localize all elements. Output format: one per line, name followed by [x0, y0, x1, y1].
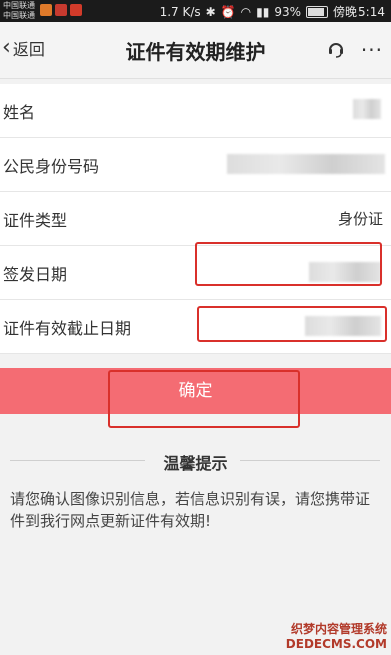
id-number-row: 公民身份号码 [0, 138, 391, 192]
watermark-line-2: DEDECMS.COM [285, 637, 387, 651]
doc-type-row: 证件类型 身份证 [0, 192, 391, 246]
carrier-1: 中国联通 [3, 1, 35, 10]
customer-service-icon[interactable] [327, 40, 345, 58]
confirm-highlight-box [108, 370, 300, 428]
nav-bar: ‹ 返回 证件有效期维护 ··· [0, 22, 391, 79]
network-speed: 1.7 K/s [159, 4, 201, 19]
name-label: 姓名 [3, 102, 36, 122]
tips-text: 请您确认图像识别信息，若信息识别有误，请您携带证件到我行网点更新证件有效期! [10, 490, 371, 530]
battery-icon [306, 5, 329, 18]
notification-app-icon [40, 4, 52, 16]
expiry-date-label: 证件有效截止日期 [3, 318, 132, 338]
clock-prefix: 傍晚 [333, 5, 358, 19]
notification-app-icon [55, 4, 67, 16]
issue-date-label: 签发日期 [3, 264, 68, 284]
alarm-icon: ⏰ [220, 4, 236, 19]
name-row: 姓名 [0, 84, 391, 138]
status-right: 1.7 K/s ✱ ⏰ ◠ ▮▮ 93% 傍晚 5:14 [160, 3, 385, 20]
signal-icon: ▮▮ [256, 4, 270, 19]
issue-date-highlight-box [195, 242, 382, 286]
wifi-icon: ◠ [240, 4, 252, 19]
watermark: 织梦内容管理系统 DEDECMS.COM [286, 620, 387, 651]
expiry-date-highlight-box [197, 306, 387, 342]
more-menu-icon[interactable]: ··· [361, 38, 383, 62]
carrier-2: 中国联通 [3, 11, 35, 20]
name-value-redacted [353, 99, 381, 119]
status-bar: 中国联通 中国联通 1.7 K/s ✱ ⏰ ◠ ▮▮ 93% 傍晚 5:14 [0, 0, 391, 22]
id-number-value-redacted [227, 154, 385, 174]
watermark-line-1: 织梦内容管理系统 [290, 622, 387, 636]
battery-percent: 93% [274, 4, 302, 19]
notification-app-icon [70, 4, 82, 16]
clock-time: 5:14 [358, 4, 385, 19]
doc-type-label: 证件类型 [3, 210, 68, 230]
tips-title: 温馨提示 [163, 454, 228, 473]
id-number-label: 公民身份号码 [3, 156, 100, 176]
tips-divider-right [240, 460, 380, 461]
doc-type-value: 身份证 [337, 210, 383, 228]
bluetooth-icon: ✱ [205, 4, 216, 19]
carrier-labels: 中国联通 中国联通 [3, 1, 35, 21]
